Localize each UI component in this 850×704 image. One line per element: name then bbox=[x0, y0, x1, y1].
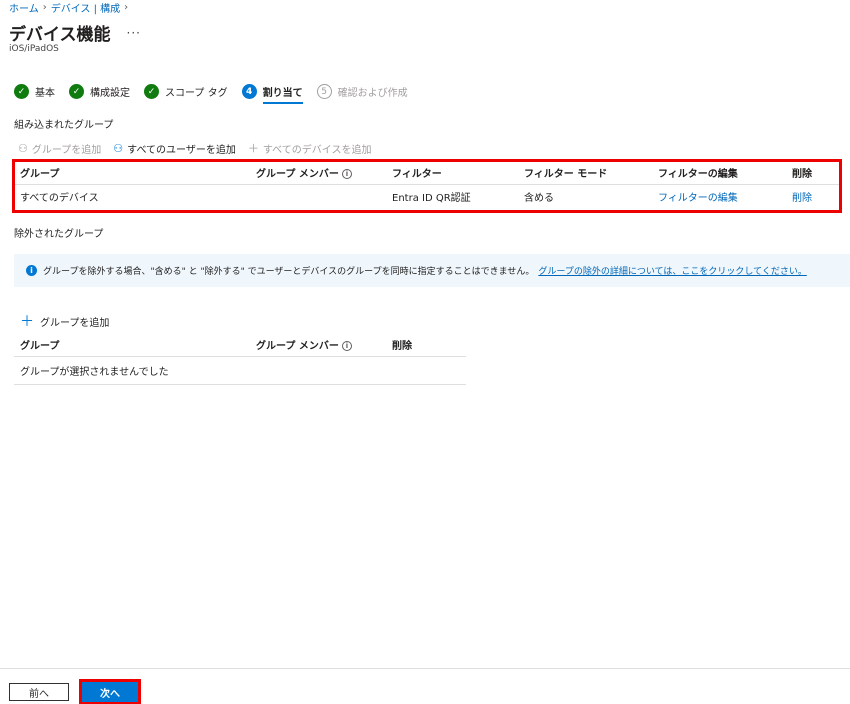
info-link[interactable]: グループの除外の詳細については、ここをクリックしてください。 bbox=[538, 264, 806, 277]
person-icon: ⚇ bbox=[18, 141, 28, 155]
col-delete[interactable]: 削除 bbox=[386, 334, 466, 357]
step-assignments[interactable]: 4 割り当て bbox=[241, 84, 303, 104]
check-icon: ✓ bbox=[14, 84, 29, 99]
step-scope-tags[interactable]: ✓ スコープ タグ bbox=[144, 84, 228, 99]
page-title: デバイス機能 bbox=[9, 25, 111, 45]
table-row: グループが選択されませんでした bbox=[14, 356, 466, 384]
check-icon: ✓ bbox=[144, 84, 159, 99]
wizard-steps: ✓ 基本 ✓ 構成設定 ✓ スコープ タグ 4 割り当て 5 確認および作成 bbox=[14, 84, 408, 104]
check-icon: ✓ bbox=[69, 84, 84, 99]
add-group-label: グループを追加 bbox=[40, 317, 110, 329]
previous-button[interactable]: 前へ bbox=[9, 683, 69, 701]
add-all-users-button[interactable]: ⚇ すべてのユーザーを追加 bbox=[113, 141, 236, 156]
step-review-create[interactable]: 5 確認および作成 bbox=[316, 84, 408, 99]
next-button[interactable]: 次へ bbox=[79, 679, 141, 704]
info-text: グループを除外する場合、"含める" と "除外する" でユーザーとデバイスのグル… bbox=[43, 267, 535, 277]
step-label: 割り当て bbox=[262, 88, 303, 99]
add-group-button[interactable]: ⚇ グループを追加 bbox=[18, 141, 101, 156]
included-toolbar: ⚇ グループを追加 ⚇ すべてのユーザーを追加 ＋ すべてのデバイスを追加 bbox=[18, 140, 371, 156]
add-all-devices-label: すべてのデバイスを追加 bbox=[262, 144, 372, 156]
step-label: 構成設定 bbox=[90, 88, 130, 99]
step-number: 4 bbox=[241, 84, 257, 99]
chevron-right-icon: › bbox=[124, 2, 129, 13]
footer-divider bbox=[0, 668, 850, 669]
breadcrumb-device-config[interactable]: デバイス | 構成 bbox=[51, 0, 120, 15]
table-header-row: グループ グループ メンバー i 削除 bbox=[14, 334, 466, 357]
highlight-frame bbox=[12, 159, 842, 213]
empty-message: グループが選択されませんでした bbox=[20, 366, 169, 378]
add-excluded-group-button[interactable]: ＋ グループを追加 bbox=[20, 311, 109, 331]
step-basics[interactable]: ✓ 基本 bbox=[14, 84, 55, 99]
excluded-groups-table: グループ グループ メンバー i 削除 グループが選択されませんでした bbox=[14, 334, 466, 385]
more-options-icon[interactable]: ··· bbox=[127, 26, 141, 40]
col-group[interactable]: グループ bbox=[14, 334, 250, 357]
plus-icon: ＋ bbox=[247, 142, 259, 155]
add-all-users-label: すべてのユーザーを追加 bbox=[127, 144, 236, 156]
step-label: 基本 bbox=[35, 88, 55, 99]
step-label: 確認および作成 bbox=[337, 88, 408, 99]
col-members-label: グループ メンバー bbox=[256, 341, 339, 353]
col-members[interactable]: グループ メンバー i bbox=[250, 334, 386, 357]
info-icon[interactable]: i bbox=[341, 341, 352, 352]
step-number: 5 bbox=[316, 84, 332, 99]
excluded-groups-title: 除外されたグループ bbox=[14, 229, 104, 240]
info-icon: i bbox=[26, 265, 37, 276]
chevron-right-icon: › bbox=[42, 2, 47, 13]
add-group-label: グループを追加 bbox=[31, 144, 102, 156]
people-icon: ⚇ bbox=[113, 141, 124, 155]
breadcrumb: ホーム › デバイス | 構成 › bbox=[9, 0, 128, 15]
add-all-devices-button[interactable]: ＋ すべてのデバイスを追加 bbox=[248, 140, 372, 156]
included-groups-title: 組み込まれたグループ bbox=[14, 120, 114, 131]
step-label: スコープ タグ bbox=[165, 88, 228, 99]
page-subtitle: iOS/iPadOS bbox=[9, 44, 59, 54]
info-banner: i グループを除外する場合、"含める" と "除外する" でユーザーとデバイスの… bbox=[14, 254, 850, 287]
step-config-settings[interactable]: ✓ 構成設定 bbox=[69, 84, 130, 99]
breadcrumb-home[interactable]: ホーム bbox=[9, 0, 39, 15]
plus-icon: ＋ bbox=[20, 314, 34, 330]
